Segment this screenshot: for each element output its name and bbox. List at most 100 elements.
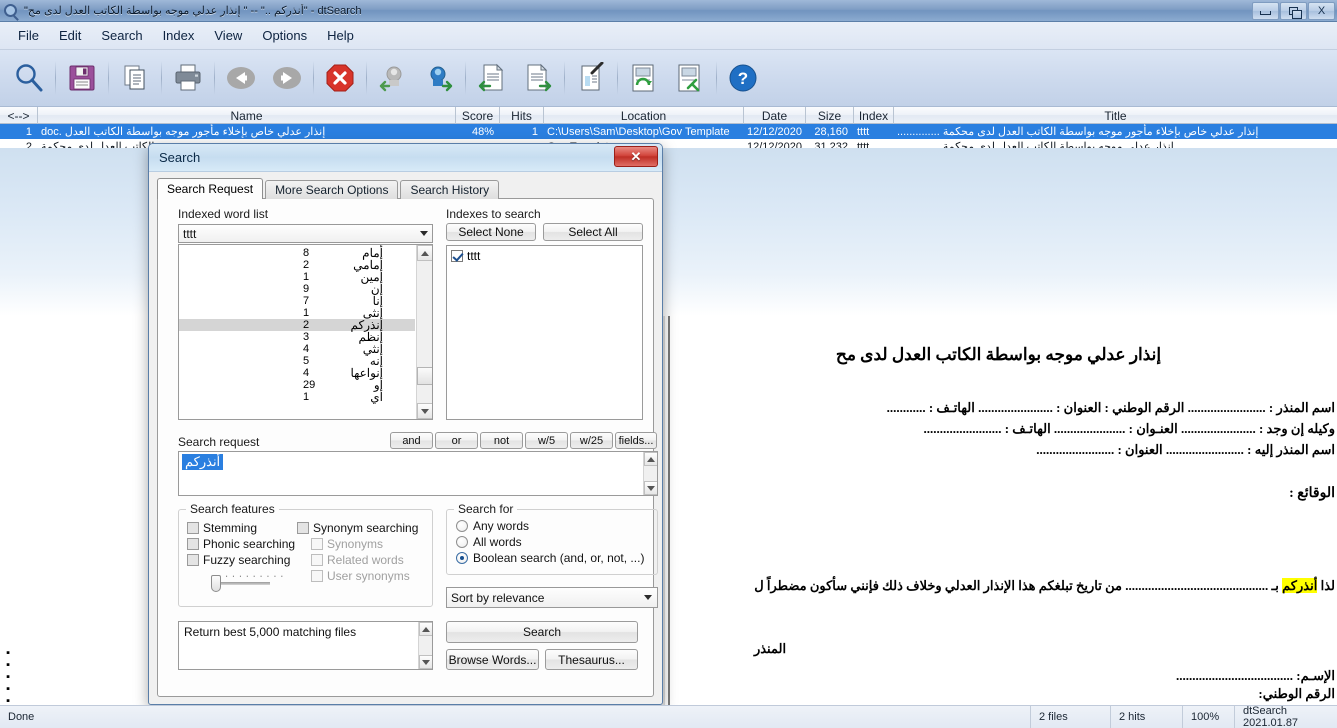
document-national-id-label: الرقم الوطني: (1258, 686, 1335, 701)
operator-fields-button[interactable]: fields... (615, 432, 657, 449)
column-header-location[interactable]: Location (544, 107, 744, 124)
select-none-button[interactable]: Select None (446, 223, 536, 241)
slider-ticks: .......... (217, 570, 287, 580)
column-header-name[interactable]: Name (38, 107, 456, 124)
menu-item-help[interactable]: Help (317, 24, 364, 47)
tab-more-search-options[interactable]: More Search Options (265, 180, 399, 199)
scrollbar-thumb[interactable] (417, 367, 432, 385)
toolbar-back-button[interactable] (218, 55, 264, 101)
index-list-item[interactable]: tttt (447, 248, 642, 264)
radio-any-words[interactable]: Any words (456, 518, 529, 534)
tab-search-request[interactable]: Search Request (157, 178, 264, 199)
search-for-label: Search for (454, 502, 518, 516)
related-words-label: Related words (327, 553, 404, 567)
operator-and-button[interactable]: and (390, 432, 433, 449)
chevron-down-icon (647, 485, 655, 491)
menu-item-search[interactable]: Search (91, 24, 152, 47)
phonic-searching-checkbox[interactable] (187, 538, 199, 550)
search-button[interactable]: Search (446, 621, 638, 643)
column-header-title[interactable]: Title (894, 107, 1337, 124)
return-best-scrollbar[interactable] (418, 622, 432, 669)
toolbar-print-button[interactable] (165, 55, 211, 101)
operator-not-button[interactable]: not (480, 432, 523, 449)
scroll-down-button[interactable] (419, 655, 432, 669)
toolbar-previous-document-button[interactable] (469, 55, 515, 101)
word-list-scrollbar[interactable] (416, 245, 432, 419)
toolbar-reindex-button[interactable] (621, 55, 667, 101)
all-words-radio[interactable] (456, 536, 468, 548)
restore-button[interactable] (1280, 1, 1307, 20)
column-header-index[interactable]: Index (854, 107, 894, 124)
search-request-scrollbar[interactable] (643, 452, 657, 495)
thesaurus-button[interactable]: Thesaurus... (545, 649, 638, 670)
column-header-date[interactable]: Date (744, 107, 806, 124)
toolbar-save-button[interactable] (59, 55, 105, 101)
browse-words-button[interactable]: Browse Words... (446, 649, 539, 670)
chevron-up-icon (647, 456, 655, 462)
indexed-word-listbox[interactable]: أمام 8 أمامي 2 أمين 1 أن 9 أنا 7 أنثى 1 أنذركم… (178, 244, 433, 420)
slider-thumb[interactable] (211, 575, 221, 592)
document-line-2: وكيله إن وجد : ....................... ا… (923, 421, 1335, 436)
row-location: C:\Users\Sam\Desktop\Gov Template (547, 125, 730, 138)
menu-item-options[interactable]: Options (252, 24, 317, 47)
synonym-searching-checkbox[interactable] (297, 522, 309, 534)
operator-w25-button[interactable]: w/25 (570, 432, 613, 449)
scroll-down-button[interactable] (417, 403, 432, 419)
index-selector-combo[interactable]: tttt (178, 224, 433, 243)
menu-item-view[interactable]: View (204, 24, 252, 47)
sort-order-combo[interactable]: Sort by relevance (446, 587, 658, 608)
search-dialog-close-button[interactable]: ✕ (614, 146, 658, 167)
toolbar-next-document-button[interactable] (515, 55, 561, 101)
chevron-down-icon (422, 659, 430, 665)
fuzzy-searching-checkbox[interactable] (187, 554, 199, 566)
toolbar-edit-document-button[interactable] (568, 55, 614, 101)
column-header-hits[interactable]: Hits (500, 107, 544, 124)
checkbox-fuzzy-searching[interactable]: Fuzzy searching (187, 552, 290, 568)
toolbar-cancel-button[interactable] (317, 55, 363, 101)
close-icon: X (1317, 4, 1326, 17)
menu-item-file[interactable]: File (8, 24, 49, 47)
scroll-up-button[interactable] (417, 245, 432, 261)
scroll-up-button[interactable] (644, 452, 657, 466)
fuzziness-slider[interactable]: .......... (205, 570, 287, 596)
close-button[interactable]: X (1308, 1, 1335, 20)
operator-or-button[interactable]: or (435, 432, 478, 449)
toolbar-forward-button[interactable] (264, 55, 310, 101)
stemming-checkbox[interactable] (187, 522, 199, 534)
select-all-button[interactable]: Select All (543, 223, 643, 241)
column-header-marker[interactable]: <--> (0, 107, 38, 124)
search-dialog[interactable]: Search ✕ Search Request More Search Opti… (148, 143, 663, 705)
checkbox-phonic-searching[interactable]: Phonic searching (187, 536, 295, 552)
menu-item-index[interactable]: Index (153, 24, 205, 47)
minimize-button[interactable] (1252, 1, 1279, 20)
menu-item-edit[interactable]: Edit (49, 24, 91, 47)
toolbar-search-button[interactable] (6, 55, 52, 101)
radio-all-words[interactable]: All words (456, 534, 522, 550)
checkbox-synonym-searching[interactable]: Synonym searching (297, 520, 418, 536)
boolean-search-radio[interactable] (456, 552, 468, 564)
operator-w5-button[interactable]: w/5 (525, 432, 568, 449)
toolbar-previous-hit-button[interactable] (370, 55, 416, 101)
table-row[interactable]: 1 إنذار عدلي خاص بإخلاء مأجور موجه بواسط… (0, 124, 1337, 139)
save-icon (69, 65, 95, 91)
checkbox-stemming[interactable]: Stemming (187, 520, 257, 536)
indexes-listbox[interactable]: tttt (446, 245, 643, 420)
column-header-size[interactable]: Size (806, 107, 854, 124)
radio-boolean-search[interactable]: Boolean search (and, or, not, ...) (456, 550, 644, 566)
scroll-up-button[interactable] (419, 622, 432, 636)
tab-search-history[interactable]: Search History (400, 180, 500, 199)
chevron-down-icon (638, 588, 657, 607)
word-count: 1 (303, 391, 310, 403)
document-signer: المنذر (753, 641, 787, 656)
index-checkbox[interactable] (451, 250, 463, 262)
column-header-score[interactable]: Score (456, 107, 500, 124)
any-words-radio[interactable] (456, 520, 468, 532)
toolbar-next-hit-button[interactable] (416, 55, 462, 101)
return-best-box[interactable]: Return best 5,000 matching files (178, 621, 433, 670)
toolbar-index-tools-button[interactable] (667, 55, 713, 101)
scroll-down-button[interactable] (644, 481, 657, 495)
toolbar-help-button[interactable]: ? (720, 55, 766, 101)
search-request-input[interactable]: أنذركم (178, 451, 658, 496)
list-item[interactable]: أي 1 (179, 390, 415, 404)
toolbar-copy-button[interactable] (112, 55, 158, 101)
